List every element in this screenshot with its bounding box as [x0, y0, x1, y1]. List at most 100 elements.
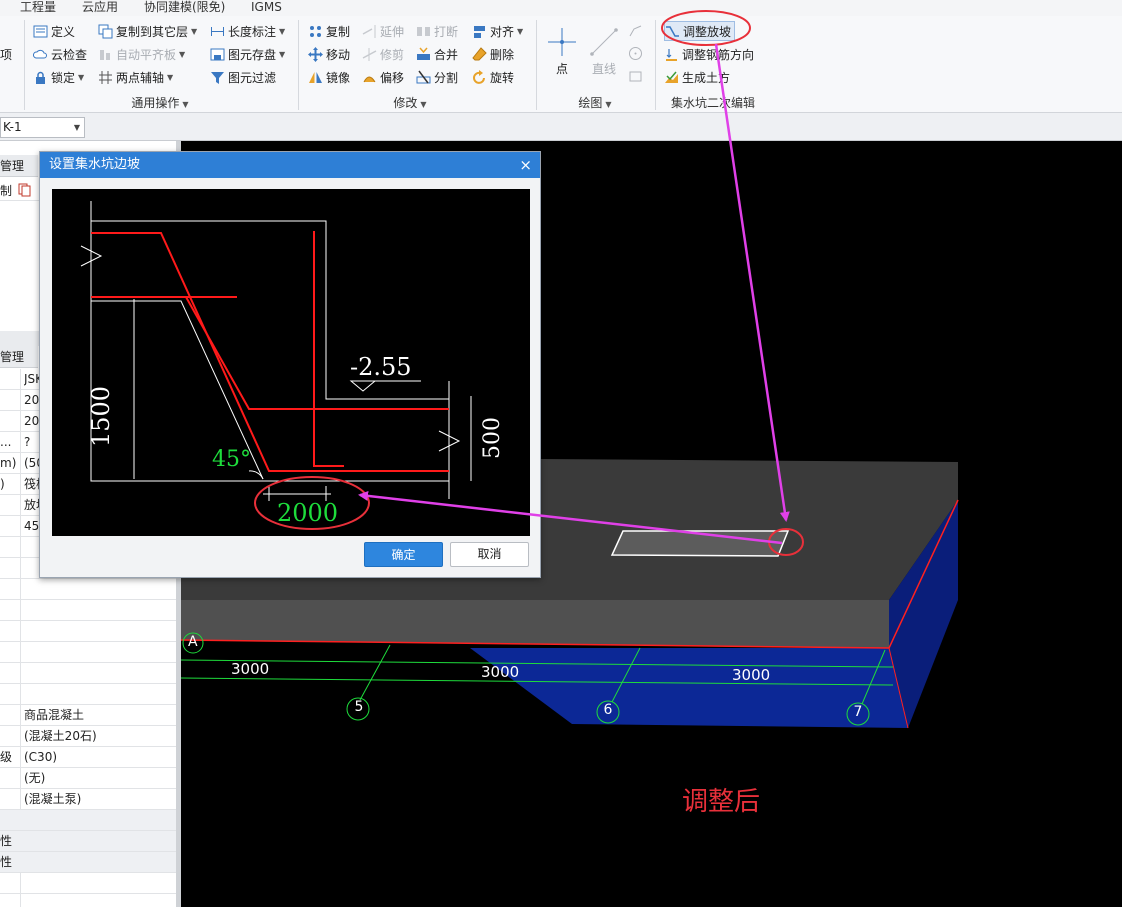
split-icon	[416, 70, 431, 85]
ribbon-separator	[298, 20, 299, 110]
thickness-text: 500	[480, 417, 505, 459]
axis-label-a: A	[188, 634, 198, 650]
sump-opening[interactable]	[610, 530, 790, 557]
mirror-button[interactable]: 镜像	[308, 67, 350, 87]
rotate-button[interactable]: 旋转	[472, 67, 514, 87]
property-row[interactable]: (混凝土泵)	[0, 789, 176, 810]
panel-tool-label[interactable]: 制	[0, 182, 12, 199]
lock-button[interactable]: 锁定 ▼	[33, 67, 84, 87]
menu-cloud-app[interactable]: 云应用	[82, 0, 118, 15]
offset-button[interactable]: 偏移	[362, 67, 404, 87]
outline-line	[90, 201, 449, 482]
mirror-icon	[308, 70, 323, 85]
rectangle-button[interactable]	[628, 66, 646, 86]
cloud-check-button[interactable]: 云检查	[33, 44, 87, 64]
adjust-slope-button[interactable]: 调整放坡	[664, 21, 736, 41]
copy-layer-icon	[98, 24, 113, 39]
property-row[interactable]	[0, 810, 176, 831]
menu-bar: 工程量 云应用 协同建模(限免) IGMS	[0, 0, 1122, 16]
property-row[interactable]	[0, 600, 176, 621]
property-name: 级	[0, 750, 13, 764]
copy-doc-icon[interactable]	[18, 183, 32, 197]
line-button[interactable]: 直线	[586, 24, 622, 80]
ribbon-cut-item: 项	[0, 47, 13, 62]
element-filter-button[interactable]: 图元过滤	[210, 67, 276, 87]
trim-button[interactable]: 修剪	[362, 44, 404, 64]
offset-icon	[362, 70, 377, 85]
ok-button[interactable]: 确定	[364, 542, 443, 567]
menu-gongchengliang[interactable]: 工程量	[20, 0, 56, 15]
sump-slope-dialog: 设置集水坑边坡 × -2.55 1500 500 45° 2000 确定 取消	[39, 151, 541, 578]
tab-property-manage[interactable]: 管理	[0, 346, 38, 368]
define-button[interactable]: 定义	[33, 21, 75, 41]
axis-grid-icon	[98, 70, 113, 85]
property-row[interactable]	[0, 873, 176, 894]
group-label-sump-edit: 集水坑二次编辑	[670, 96, 755, 110]
break-button[interactable]: 打断	[416, 21, 458, 41]
property-row[interactable]: 级 (C30)	[0, 747, 176, 768]
align-button[interactable]: 对齐 ▼	[472, 21, 523, 41]
chevron-down-icon: ▼	[279, 26, 286, 36]
merge-button[interactable]: 合并	[416, 44, 458, 64]
copy-to-layer-button[interactable]: 复制到其它层 ▼	[98, 21, 197, 41]
point-button[interactable]: 点	[544, 24, 580, 80]
align-slab-icon	[98, 47, 113, 62]
property-row[interactable]: (无)	[0, 768, 176, 789]
tab-manage[interactable]: 管理	[0, 155, 38, 177]
polyline-button[interactable]	[628, 20, 646, 40]
property-name: ...	[0, 435, 12, 449]
slope-drawing	[80, 201, 472, 501]
property-value: 商品混凝土	[24, 708, 85, 722]
cloud-icon	[33, 47, 48, 62]
property-row[interactable]: 商品混凝土	[0, 705, 176, 726]
circle-button[interactable]	[628, 43, 646, 63]
adjust-rebar-direction-button[interactable]: 调整钢筋方向	[664, 44, 754, 64]
generate-earthwork-button[interactable]: 生成土方	[664, 67, 730, 87]
auto-align-slab-button[interactable]: 自动平齐板 ▼	[98, 44, 185, 64]
menu-igms[interactable]: IGMS	[251, 0, 282, 15]
move-icon	[308, 46, 323, 62]
two-point-axis-button[interactable]: 两点辅轴 ▼	[98, 67, 173, 87]
save-element-button[interactable]: 图元存盘 ▼	[210, 44, 285, 64]
property-row[interactable]: 性	[0, 852, 176, 873]
group-label-general[interactable]: 通用操作 ▼	[110, 94, 210, 111]
chevron-down-icon: ▼	[191, 26, 198, 36]
grid-number-6: 6	[603, 702, 613, 718]
chevron-down-icon: ▼	[182, 100, 189, 109]
grid-line-5	[359, 644, 391, 701]
property-row[interactable]	[0, 642, 176, 663]
angle-text: 45°	[212, 447, 251, 472]
menu-collab[interactable]: 协同建模(限免)	[144, 0, 225, 15]
slope-width-text: 2000	[277, 499, 339, 527]
elevation-text: -2.55	[350, 353, 412, 381]
ribbon-separator	[24, 20, 25, 110]
property-row[interactable]	[0, 684, 176, 705]
dim-text: 3000	[481, 663, 520, 681]
rebar-line	[91, 232, 449, 472]
cancel-button[interactable]: 取消	[450, 542, 529, 567]
polyline-icon	[628, 23, 643, 38]
dim-text: 3000	[231, 660, 270, 678]
split-button[interactable]: 分割	[416, 67, 458, 87]
lock-icon	[33, 70, 48, 85]
extend-button[interactable]: 延伸	[362, 21, 404, 41]
layer-combo[interactable]: K-1 ▼	[0, 117, 85, 138]
length-dim-button[interactable]: 长度标注 ▼	[210, 21, 285, 41]
group-label-modify[interactable]: 修改 ▼	[375, 94, 445, 111]
property-row[interactable]: 性	[0, 831, 176, 852]
copy-button[interactable]: 复制	[308, 21, 350, 41]
align-icon	[472, 24, 487, 39]
group-label-draw[interactable]: 绘图 ▼	[560, 94, 630, 111]
delete-button[interactable]: 删除	[472, 44, 514, 64]
close-icon[interactable]: ×	[519, 152, 532, 178]
property-row[interactable]	[0, 621, 176, 642]
circle-icon	[628, 46, 643, 61]
property-row[interactable]	[0, 663, 176, 684]
chevron-down-icon: ▼	[167, 72, 174, 82]
property-row[interactable]: (混凝土20石)	[0, 726, 176, 747]
dim-text: 3000	[732, 666, 771, 684]
depth-text: 1500	[87, 385, 115, 447]
move-button[interactable]: 移动	[308, 44, 350, 64]
ribbon-separator	[536, 20, 537, 110]
property-row[interactable]	[0, 579, 176, 600]
